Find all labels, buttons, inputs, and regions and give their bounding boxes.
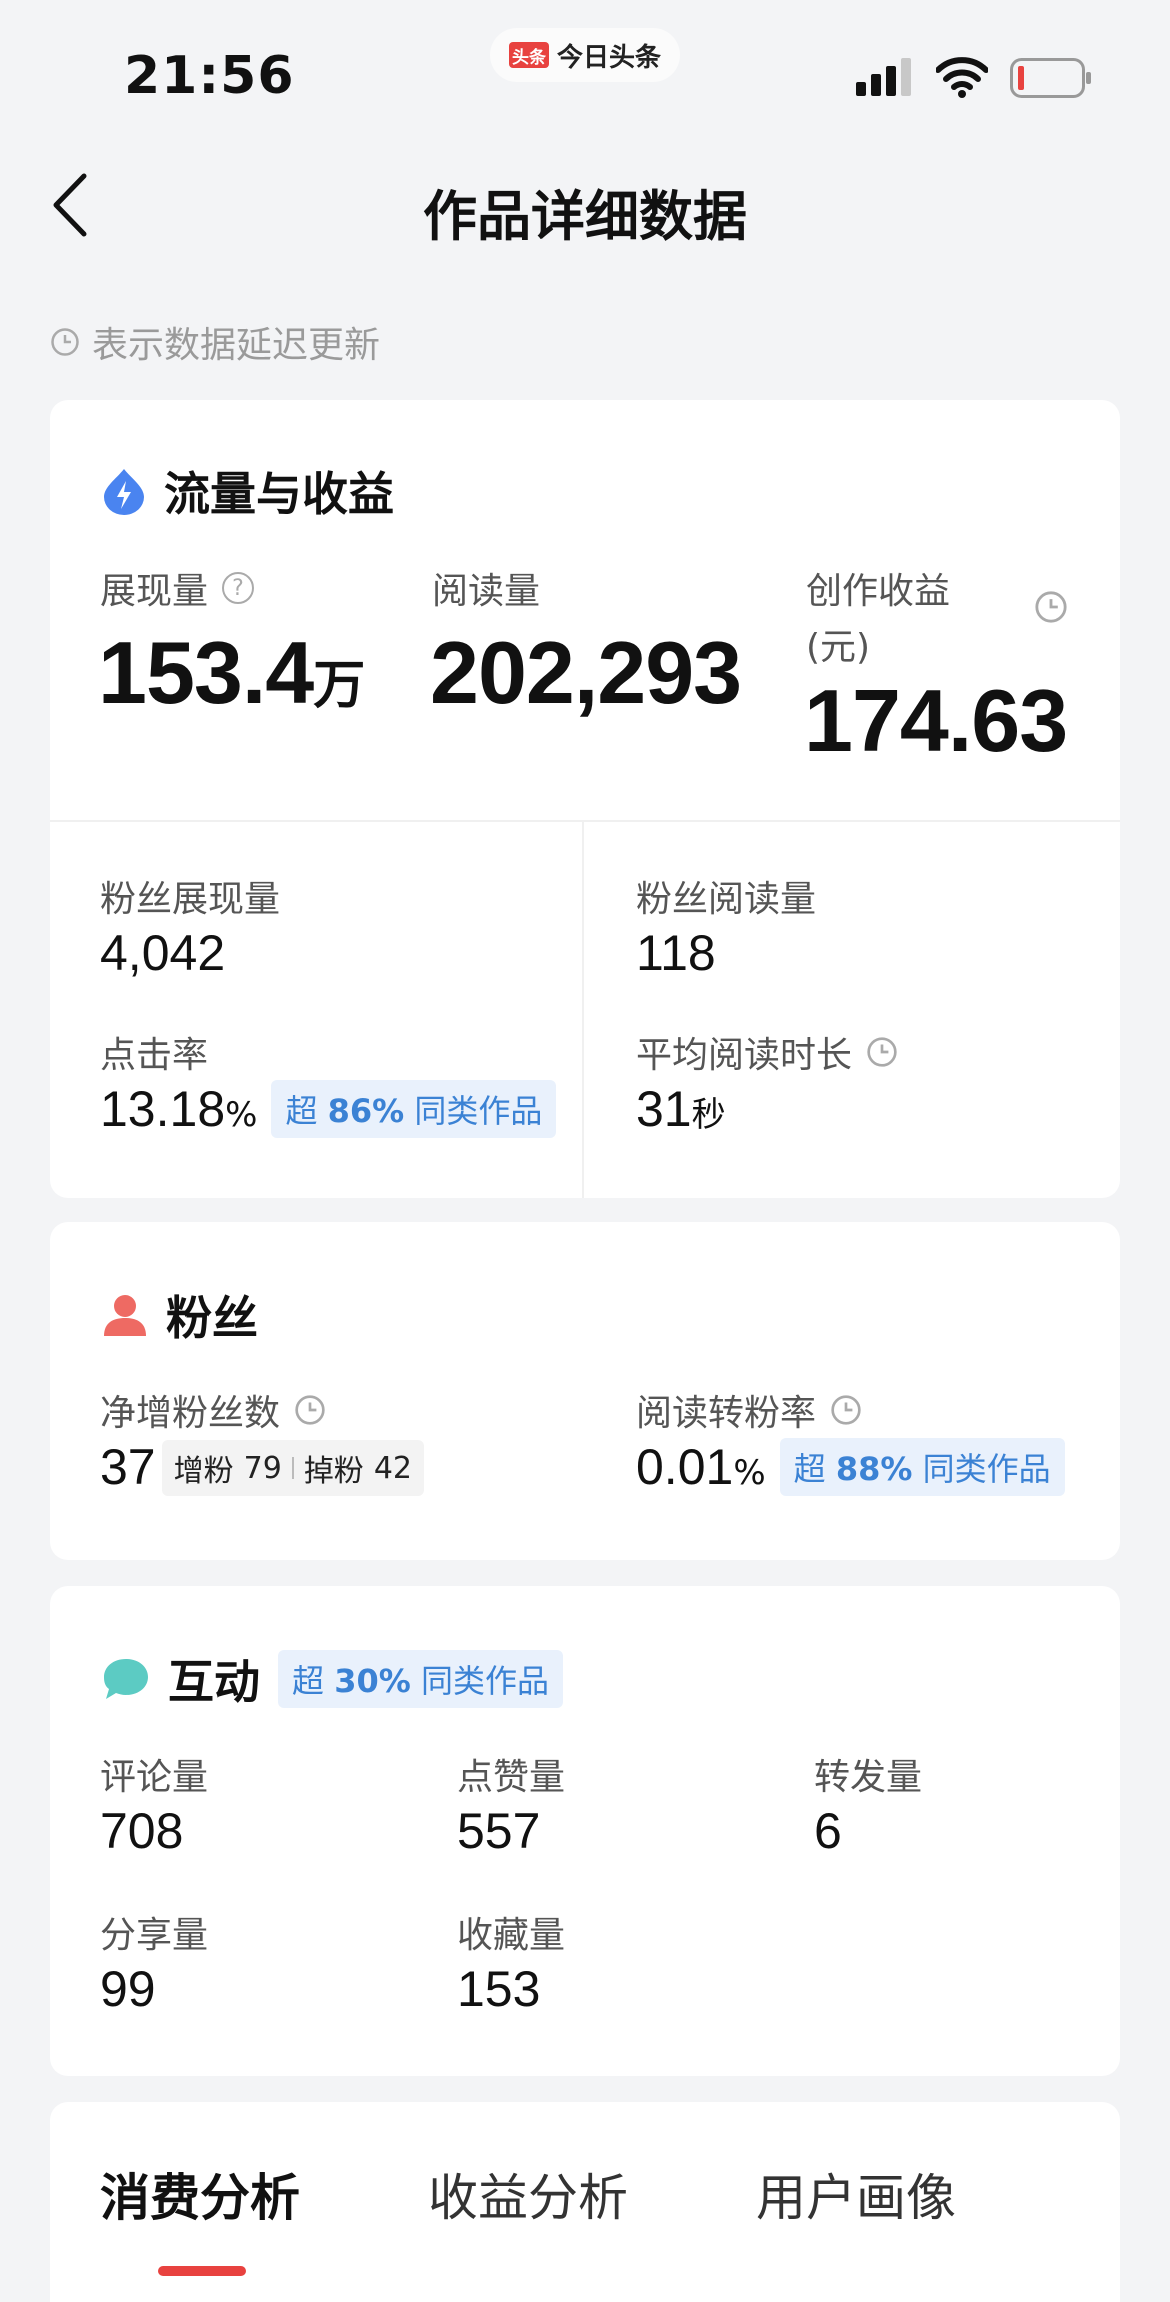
cellular-signal-icon [856, 58, 911, 96]
read-to-fan-rate-row: 0.01% 超 88% 同类作品 [636, 1438, 1065, 1496]
net-fans-value: 37 [100, 1439, 156, 1495]
comments-value: 708 [100, 1803, 184, 1859]
clock-icon [51, 328, 79, 356]
help-question-icon[interactable]: ? [222, 572, 255, 604]
fan-impressions-value: 4,042 [100, 925, 226, 981]
avg-read-time-label: 平均阅读时长 [636, 1026, 898, 1078]
reposts-label: 转发量 [814, 1757, 923, 1798]
avg-read-time-value: 31秒 [636, 1081, 726, 1137]
read-to-fan-rate-label: 阅读转粉率 [636, 1384, 862, 1436]
net-fans-label: 净增粉丝数 [100, 1384, 326, 1436]
ctr-label: 点击率 [100, 1035, 209, 1076]
comment-bubble-icon [104, 1659, 148, 1699]
impressions-label: 展现量 ? [100, 562, 255, 614]
delay-notice: 表示数据延迟更新 [50, 316, 380, 368]
interaction-compare-badge: 超 30% 同类作品 [278, 1650, 563, 1708]
reads-label: 阅读量 [432, 571, 541, 612]
traffic-earnings-card: 流量与收益 展现量 ? 153.4万 阅读量 202,293 创作收益 (元) … [50, 400, 1120, 1198]
ctr-value: 13.18 [100, 1081, 226, 1137]
toutiao-logo: 头条 [508, 42, 549, 68]
favorites-value: 153 [457, 1961, 541, 2017]
reposts-value: 6 [814, 1803, 842, 1859]
net-fans-row: 37 增粉 79 掉粉 42 [100, 1438, 424, 1496]
tab-earnings-analysis[interactable]: 收益分析 [428, 2158, 628, 2230]
fan-reads-value: 118 [636, 925, 716, 981]
tab-user-profile[interactable]: 用户画像 [756, 2158, 956, 2230]
section-title-interaction: 互动 超 30% 同类作品 [102, 1646, 563, 1712]
wifi-icon [936, 57, 988, 98]
clock-icon [295, 1395, 325, 1425]
fan-impressions-label: 粉丝展现量 [100, 879, 281, 920]
comments-label: 评论量 [100, 1757, 209, 1798]
status-time: 21:56 [124, 46, 295, 106]
impressions-value: 153.4万 [98, 623, 366, 722]
likes-label: 点赞量 [457, 1757, 566, 1798]
divider [50, 820, 1120, 822]
app-indicator-pill[interactable]: 头条 今日头条 [490, 28, 680, 82]
shares-value: 99 [100, 1961, 156, 2017]
earnings-value: 174.63 [804, 671, 1068, 770]
clock-icon [1035, 591, 1067, 623]
section-title-traffic: 流量与收益 [102, 458, 394, 524]
clock-icon [831, 1395, 861, 1425]
ctr-compare-badge: 超 86% 同类作品 [271, 1080, 557, 1138]
divider [582, 820, 584, 1198]
page-title: 作品详细数据 [423, 185, 747, 248]
likes-value: 557 [457, 1803, 541, 1859]
clock-icon [867, 1037, 897, 1067]
tab-consumption-analysis[interactable]: 消费分析 [100, 2158, 300, 2230]
fans-gain-loss-chip: 增粉 79 掉粉 42 [161, 1440, 424, 1496]
active-tab-indicator [158, 2266, 246, 2276]
fan-reads-label: 粉丝阅读量 [636, 879, 817, 920]
app-name: 今日头条 [556, 42, 661, 73]
interaction-card: 互动 超 30% 同类作品 评论量 708 点赞量 557 转发量 6 分享量 … [50, 1586, 1120, 2076]
section-title-fans: 粉丝 [102, 1282, 258, 1348]
delay-notice-text: 表示数据延迟更新 [92, 325, 381, 366]
battery-low-icon [1010, 58, 1091, 98]
conv-compare-badge: 超 88% 同类作品 [779, 1438, 1065, 1496]
fan-person-icon [104, 1295, 146, 1336]
traffic-drop-icon [104, 469, 144, 515]
shares-label: 分享量 [100, 1915, 209, 1956]
reads-value: 202,293 [430, 623, 742, 722]
fans-card: 粉丝 净增粉丝数 37 增粉 79 掉粉 42 阅读转粉率 0.01% 超 88% … [50, 1222, 1120, 1560]
favorites-label: 收藏量 [457, 1915, 566, 1956]
ctr-row: 13.18% 超 86% 同类作品 [100, 1080, 557, 1138]
earnings-label: 创作收益 (元) [806, 571, 951, 668]
